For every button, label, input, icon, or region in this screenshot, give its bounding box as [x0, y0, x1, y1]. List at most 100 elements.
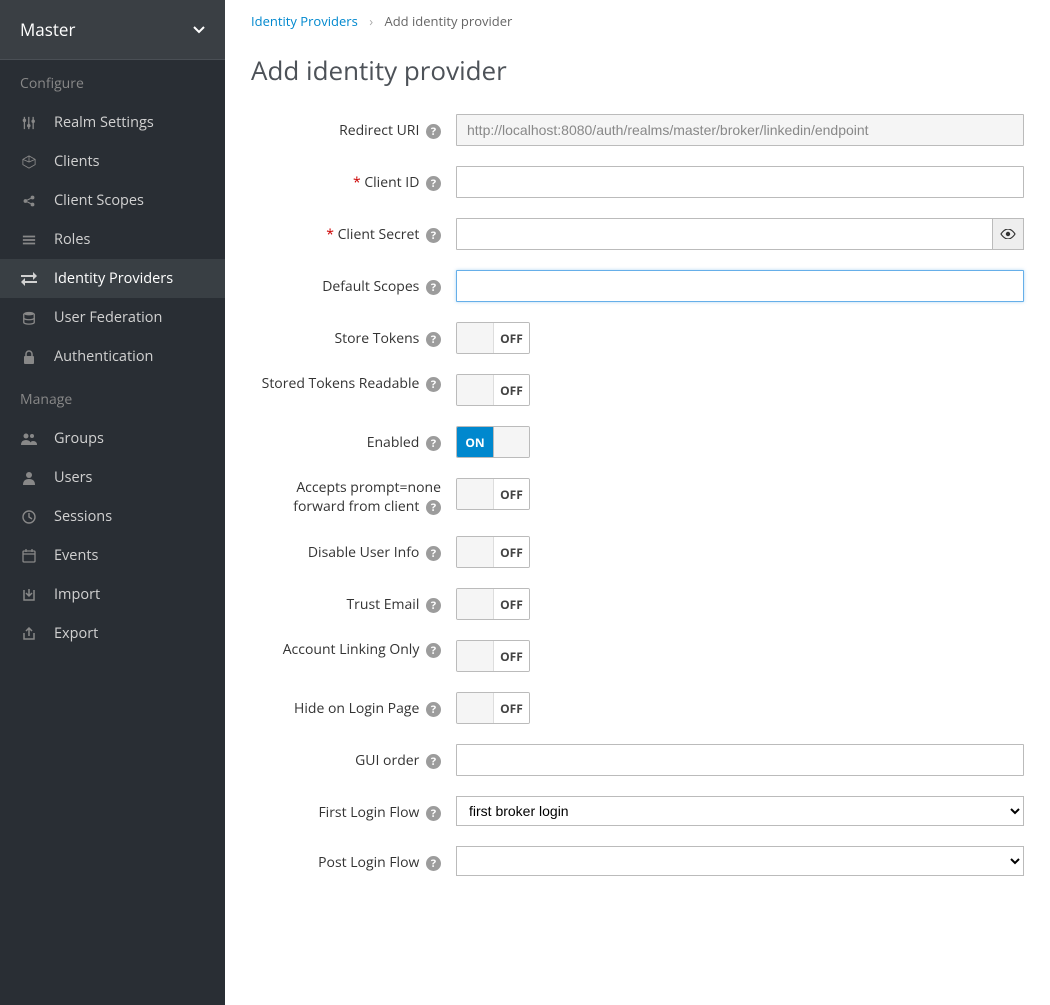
sidebar-item-label: Sessions: [54, 507, 112, 526]
lock-icon: [20, 348, 38, 366]
eye-icon: [1000, 229, 1016, 239]
sidebar-item-label: User Federation: [54, 308, 162, 327]
help-icon[interactable]: ?: [426, 598, 441, 613]
form-row-gui-order: GUI order ?: [251, 744, 1024, 776]
breadcrumb-current: Add identity provider: [384, 12, 512, 30]
enabled-label: Enabled ?: [251, 426, 456, 452]
gui-order-input[interactable]: [456, 744, 1024, 776]
sidebar-item-import[interactable]: Import: [0, 575, 225, 614]
chevron-down-icon: [193, 21, 205, 38]
enabled-toggle[interactable]: ON: [456, 426, 530, 458]
client-secret-input[interactable]: [456, 218, 993, 250]
sidebar: Master Configure Realm Settings Clients …: [0, 0, 225, 1005]
client-id-input[interactable]: [456, 166, 1024, 198]
first-login-flow-select[interactable]: first broker login: [456, 796, 1024, 826]
store-tokens-toggle[interactable]: OFF: [456, 322, 530, 354]
import-icon: [20, 586, 38, 604]
redirect-uri-input[interactable]: [456, 114, 1024, 146]
form-row-client-id: * Client ID ?: [251, 166, 1024, 198]
help-icon[interactable]: ?: [426, 377, 441, 392]
disable-user-info-label: Disable User Info ?: [251, 536, 456, 562]
default-scopes-label: Default Scopes ?: [251, 270, 456, 296]
sidebar-item-label: Client Scopes: [54, 191, 144, 210]
sidebar-item-label: Realm Settings: [54, 113, 154, 132]
stored-tokens-readable-toggle[interactable]: OFF: [456, 374, 530, 406]
help-icon[interactable]: ?: [426, 500, 441, 515]
main-content: Identity Providers › Add identity provid…: [225, 0, 1050, 1005]
sliders-icon: [20, 114, 38, 132]
redirect-uri-label: Redirect URI ?: [251, 114, 456, 140]
page-title: Add identity provider: [251, 52, 1024, 88]
help-icon[interactable]: ?: [426, 228, 441, 243]
sidebar-item-identity-providers[interactable]: Identity Providers: [0, 259, 225, 298]
help-icon[interactable]: ?: [426, 643, 441, 658]
form-row-hide-on-login: Hide on Login Page ? OFF: [251, 692, 1024, 724]
accepts-prompt-label: Accepts prompt=none forward from client …: [251, 478, 456, 516]
sidebar-item-label: Authentication: [54, 347, 153, 366]
default-scopes-input[interactable]: [456, 270, 1024, 302]
sidebar-item-user-federation[interactable]: User Federation: [0, 298, 225, 337]
trust-email-toggle[interactable]: OFF: [456, 588, 530, 620]
calendar-icon: [20, 547, 38, 565]
help-icon[interactable]: ?: [426, 332, 441, 347]
form-row-client-secret: * Client Secret ?: [251, 218, 1024, 250]
breadcrumb: Identity Providers › Add identity provid…: [251, 12, 1024, 30]
cube-icon: [20, 153, 38, 171]
configure-section-header: Configure: [0, 60, 225, 103]
hide-on-login-toggle[interactable]: OFF: [456, 692, 530, 724]
sidebar-item-label: Import: [54, 585, 100, 604]
form-row-first-login-flow: First Login Flow ? first broker login: [251, 796, 1024, 826]
accepts-prompt-toggle[interactable]: OFF: [456, 478, 530, 510]
account-linking-only-toggle[interactable]: OFF: [456, 640, 530, 672]
help-icon[interactable]: ?: [426, 436, 441, 451]
breadcrumb-separator: ›: [369, 12, 373, 30]
sidebar-item-label: Export: [54, 624, 98, 643]
sidebar-item-sessions[interactable]: Sessions: [0, 497, 225, 536]
form-row-default-scopes: Default Scopes ?: [251, 270, 1024, 302]
sidebar-item-label: Events: [54, 546, 98, 565]
breadcrumb-parent-link[interactable]: Identity Providers: [251, 12, 358, 30]
form-row-enabled: Enabled ? ON: [251, 426, 1024, 458]
clock-icon: [20, 508, 38, 526]
realm-selector[interactable]: Master: [0, 0, 225, 60]
sidebar-item-roles[interactable]: Roles: [0, 220, 225, 259]
sidebar-item-label: Users: [54, 468, 92, 487]
form-row-accepts-prompt: Accepts prompt=none forward from client …: [251, 478, 1024, 516]
client-secret-label: * Client Secret ?: [251, 218, 456, 244]
help-icon[interactable]: ?: [426, 176, 441, 191]
sidebar-item-authentication[interactable]: Authentication: [0, 337, 225, 376]
sidebar-item-export[interactable]: Export: [0, 614, 225, 653]
manage-section-header: Manage: [0, 376, 225, 419]
list-icon: [20, 231, 38, 249]
export-icon: [20, 625, 38, 643]
post-login-flow-select[interactable]: [456, 846, 1024, 876]
form-row-disable-user-info: Disable User Info ? OFF: [251, 536, 1024, 568]
sidebar-item-realm-settings[interactable]: Realm Settings: [0, 103, 225, 142]
database-icon: [20, 309, 38, 327]
help-icon[interactable]: ?: [426, 754, 441, 769]
trust-email-label: Trust Email ?: [251, 588, 456, 614]
sidebar-item-label: Roles: [54, 230, 90, 249]
sidebar-item-groups[interactable]: Groups: [0, 419, 225, 458]
form-row-redirect-uri: Redirect URI ?: [251, 114, 1024, 146]
help-icon[interactable]: ?: [426, 702, 441, 717]
form-row-trust-email: Trust Email ? OFF: [251, 588, 1024, 620]
share-icon: [20, 192, 38, 210]
help-icon[interactable]: ?: [426, 806, 441, 821]
store-tokens-label: Store Tokens ?: [251, 322, 456, 348]
post-login-flow-label: Post Login Flow ?: [251, 846, 456, 872]
account-linking-only-label: Account Linking Only ?: [251, 640, 456, 659]
first-login-flow-label: First Login Flow ?: [251, 796, 456, 822]
form-row-store-tokens: Store Tokens ? OFF: [251, 322, 1024, 354]
help-icon[interactable]: ?: [426, 546, 441, 561]
help-icon[interactable]: ?: [426, 280, 441, 295]
sidebar-item-clients[interactable]: Clients: [0, 142, 225, 181]
help-icon[interactable]: ?: [426, 124, 441, 139]
sidebar-item-users[interactable]: Users: [0, 458, 225, 497]
sidebar-item-events[interactable]: Events: [0, 536, 225, 575]
reveal-password-button[interactable]: [992, 218, 1024, 250]
help-icon[interactable]: ?: [426, 856, 441, 871]
disable-user-info-toggle[interactable]: OFF: [456, 536, 530, 568]
users-icon: [20, 430, 38, 448]
sidebar-item-client-scopes[interactable]: Client Scopes: [0, 181, 225, 220]
